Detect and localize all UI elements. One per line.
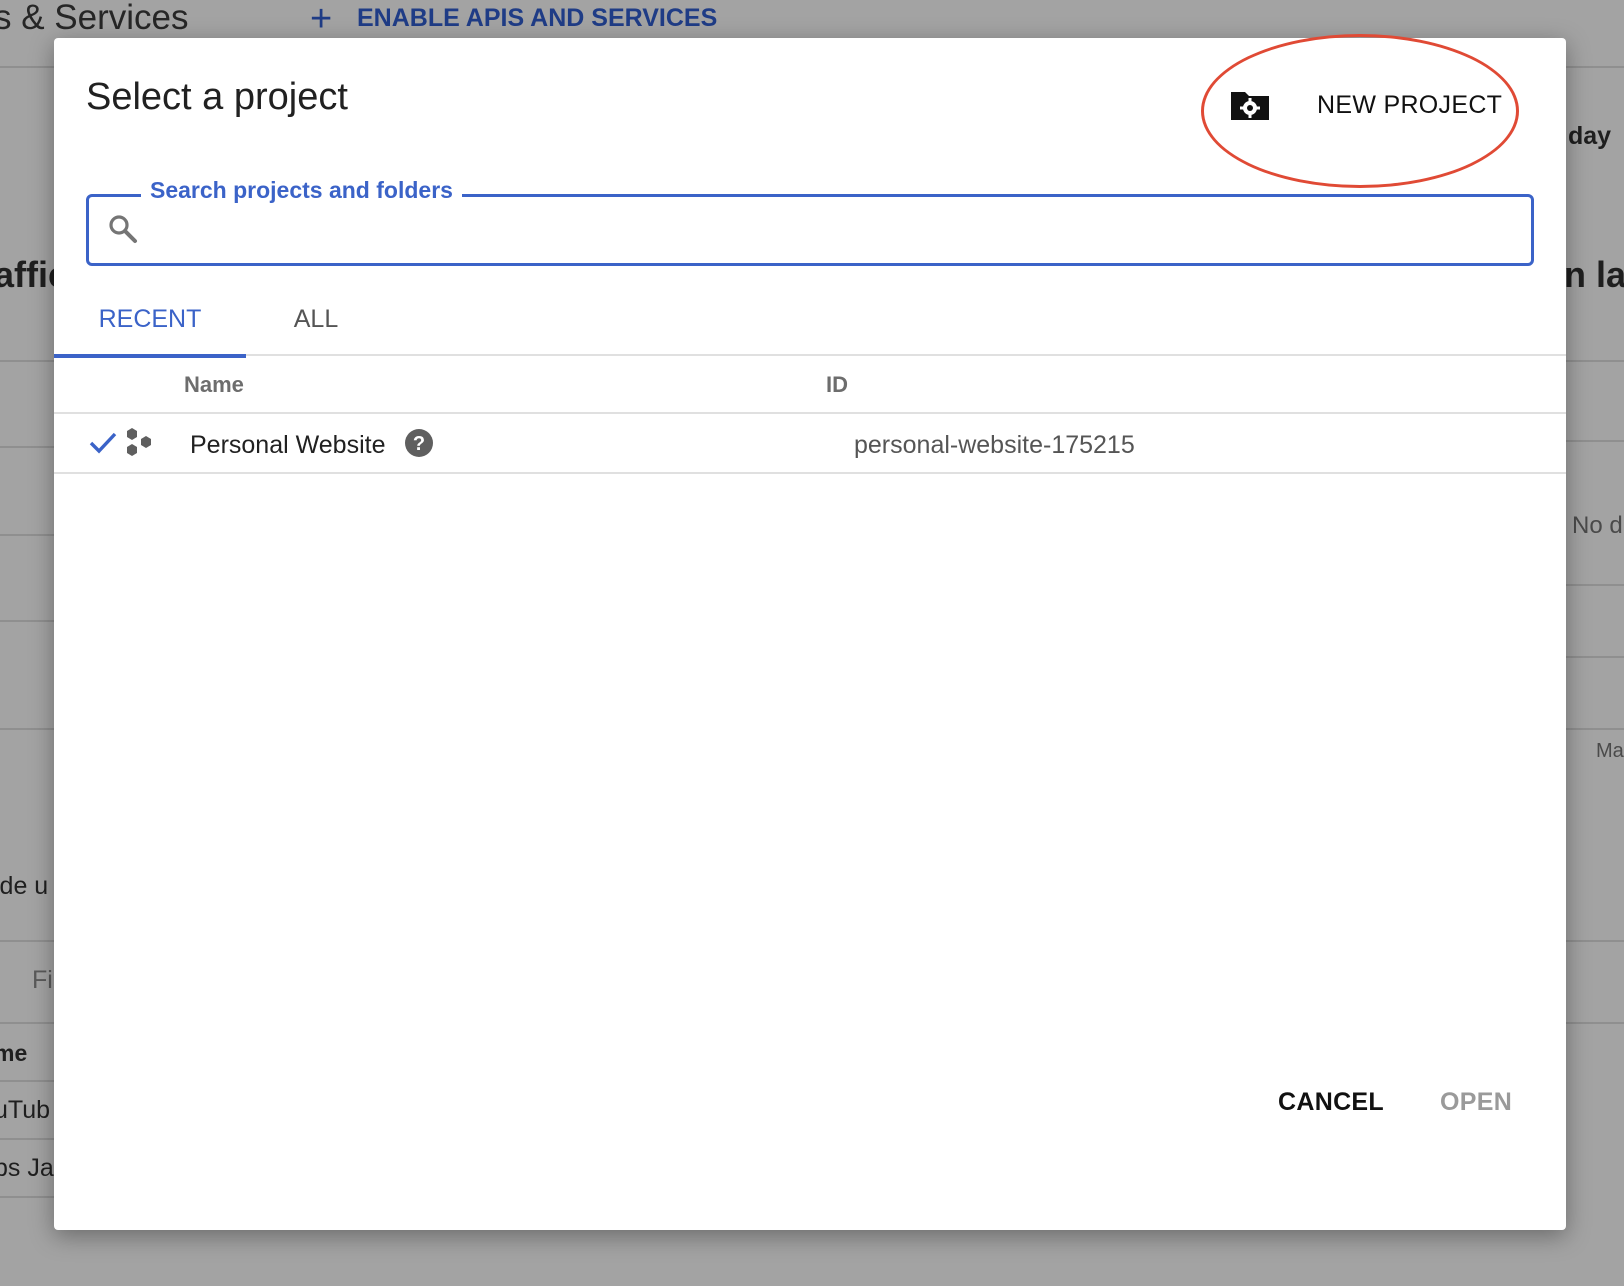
background-fragment-day: day	[1568, 122, 1612, 150]
background-fragment-large: n la	[1564, 254, 1624, 295]
column-header-id: ID	[826, 372, 848, 397]
background-fragment-youtube: uTub	[0, 1096, 51, 1124]
new-project-label: NEW PROJECT	[1317, 90, 1503, 119]
tab-recent[interactable]: RECENT	[54, 300, 246, 358]
cancel-button[interactable]: CANCEL	[1278, 1088, 1384, 1117]
select-project-dialog: Select a project NEW PROJECT Search proj…	[54, 34, 1566, 1230]
column-header-name: Name	[184, 372, 244, 397]
background-fragment-name: me	[0, 1040, 28, 1066]
enable-apis-button[interactable]: ENABLE APIS AND SERVICES	[357, 4, 717, 33]
project-hexagons-icon	[127, 428, 151, 456]
background-fragment-no-data: No d	[1572, 512, 1623, 539]
check-icon	[89, 432, 117, 454]
svg-text:?: ?	[413, 433, 425, 455]
background-fragment-maps: ps Ja	[0, 1154, 54, 1182]
table-row[interactable]: Personal Website ? personal-website-1752…	[54, 416, 1566, 474]
table-header: Name ID	[54, 358, 1566, 414]
help-circle-icon[interactable]: ?	[404, 428, 434, 458]
plus-icon: +	[310, 0, 333, 40]
background-fragment-ma: Ma	[1596, 740, 1624, 762]
open-button[interactable]: OPEN	[1440, 1088, 1512, 1117]
project-name: Personal Website	[190, 431, 386, 459]
background-page-title: s & Services	[0, 0, 189, 37]
tab-all[interactable]: ALL	[246, 300, 386, 356]
background-fragment-guide: ide u	[0, 872, 49, 900]
background-fragment-filter: Fi	[32, 966, 53, 994]
search-icon	[109, 215, 137, 243]
dialog-title: Select a project	[86, 76, 348, 118]
project-id: personal-website-175215	[854, 431, 1135, 459]
search-label: Search projects and folders	[141, 177, 462, 204]
search-input[interactable]	[155, 207, 1515, 253]
search-field[interactable]: Search projects and folders	[86, 177, 1534, 266]
new-project-button[interactable]: NEW PROJECT	[1229, 80, 1529, 130]
folder-settings-icon	[1231, 92, 1269, 120]
tab-bar: RECENT ALL	[54, 300, 1566, 358]
